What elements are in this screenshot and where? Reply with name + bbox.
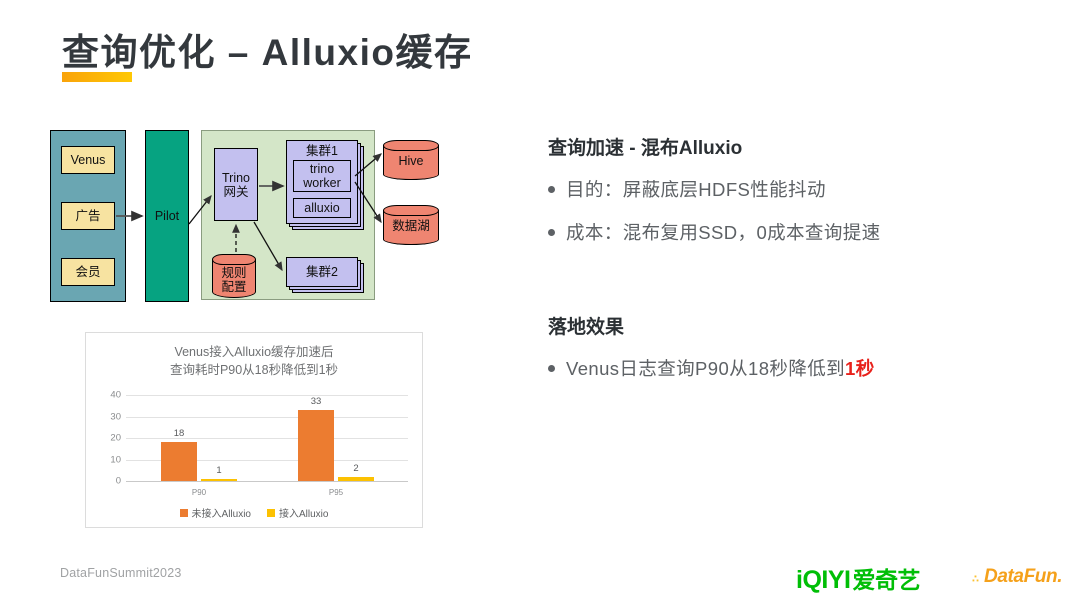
ytick-20: 20 xyxy=(110,432,121,444)
legend-swatch-without-alluxio xyxy=(179,508,188,517)
trino-gateway-box: Trino 网关 xyxy=(214,148,258,221)
trino-worker-label-line1: trino xyxy=(309,162,335,176)
legend-swatch-with-alluxio xyxy=(267,508,275,517)
category-label-p95: P95 xyxy=(298,488,374,497)
source-box-member: 会员 xyxy=(61,258,115,286)
datafun-logo: ∴ DataFun. xyxy=(972,566,1062,588)
bar-label-p95-without-alluxio: 33 xyxy=(310,396,322,407)
trino-worker-label-line2: worker xyxy=(303,176,341,190)
bullet-dot-icon xyxy=(548,365,555,372)
gridline-40: 40 xyxy=(110,390,408,401)
trino-gateway-label-line1: Trino xyxy=(221,170,250,185)
category-label-p90: P90 xyxy=(161,488,237,497)
bullet-result: Venus日志查询P90从18秒降低到1秒 xyxy=(548,355,875,381)
bullet-dot-icon xyxy=(548,229,555,236)
bullet-result-prefix: Venus日志查询P90从18秒降低到 xyxy=(566,358,846,379)
iqiyi-logo: iQIYI爱奇艺 xyxy=(796,561,920,595)
datalake-label: 数据湖 xyxy=(392,219,430,234)
gridline-0: 0 xyxy=(116,476,408,487)
iqiyi-logo-cn: 爱奇艺 xyxy=(852,567,920,593)
datalake-cylinder-top xyxy=(383,205,439,216)
bullet-result-text: Venus日志查询P90从18秒降低到1秒 xyxy=(566,355,875,381)
source-box-venus: Venus xyxy=(61,146,115,174)
source-box-venus-label: Venus xyxy=(70,153,106,167)
bar-label-p90-with-alluxio: 1 xyxy=(216,464,222,476)
page-title: 查询优化 – Alluxio缓存 xyxy=(62,32,473,73)
bar-p95-with-alluxio: 2 xyxy=(338,463,374,481)
gridline-30: 30 xyxy=(110,411,408,422)
bar-label-p90-without-alluxio: 18 xyxy=(173,428,185,440)
ytick-0: 0 xyxy=(115,475,121,487)
bullet-cost: 成本：混布复用SSD，0成本查询提速 xyxy=(548,219,881,245)
cluster1-label: 集群1 xyxy=(306,144,338,158)
ytick-30: 30 xyxy=(110,411,121,422)
chart-title: Venus接入Alluxio缓存加速后 查询耗时P90从18秒降低到1秒 xyxy=(86,343,422,379)
source-box-ad: 广告 xyxy=(61,202,115,230)
rule-config-cylinder: 规则 配置 xyxy=(212,254,256,298)
hive-cylinder: Hive xyxy=(383,140,439,182)
gridline-20: 20 xyxy=(110,433,408,444)
iqiyi-logo-latin: iQIYI xyxy=(796,566,851,594)
bullet-purpose-text: 目的：屏蔽底层HDFS性能抖动 xyxy=(566,179,826,200)
section-heading-results: 落地效果 xyxy=(548,317,625,338)
datafun-logo-text: DataFun. xyxy=(984,566,1063,587)
ytick-10: 10 xyxy=(110,454,121,465)
hive-label: Hive xyxy=(398,154,424,169)
bullet-cost-text: 成本：混布复用SSD，0成本查询提速 xyxy=(566,222,881,243)
cluster2-box: 集群2 xyxy=(286,257,358,287)
alluxio-box: alluxio xyxy=(293,198,351,218)
cluster2-label: 集群2 xyxy=(306,265,338,279)
source-box-ad-label: 广告 xyxy=(75,209,101,223)
bullet-result-highlight: 1秒 xyxy=(845,358,875,379)
trino-worker-box: trino worker xyxy=(293,160,351,192)
rule-config-cylinder-top xyxy=(212,254,256,265)
hive-cylinder-top xyxy=(383,140,439,151)
source-box-member-label: 会员 xyxy=(75,265,101,279)
bullet-dot-icon xyxy=(548,186,555,193)
alluxio-label: alluxio xyxy=(304,201,340,215)
bar-label-p95-with-alluxio: 2 xyxy=(353,462,359,474)
pilot-column: Pilot xyxy=(145,130,189,302)
footer-summit-label: DataFunSummit2023 xyxy=(60,566,182,580)
chart-legend: 未接入Alluxio 接入Alluxio xyxy=(86,505,422,520)
chart-title-line1: Venus接入Alluxio缓存加速后 xyxy=(174,345,334,359)
title-accent-underline xyxy=(62,72,132,82)
ytick-40: 40 xyxy=(110,389,121,401)
pilot-label: Pilot xyxy=(154,209,180,223)
bullet-purpose: 目的：屏蔽底层HDFS性能抖动 xyxy=(548,176,826,202)
chart-plot-area: 40 30 20 10 0 18 1 P90 33 2 P95 xyxy=(110,390,408,497)
bar-p90-without-alluxio: 18 xyxy=(161,428,197,481)
rule-config-label-line2: 配置 xyxy=(221,279,247,294)
bar-p95-without-alluxio: 33 xyxy=(298,396,334,481)
section-heading-query-acceleration: 查询加速 - 混布Alluxio xyxy=(548,138,743,159)
category-label-p90-text: P90 xyxy=(191,488,207,497)
architecture-diagram: Venus 广告 会员 Pilot Trino 网关 规则 配置 集群1 tri… xyxy=(50,130,450,302)
legend-item-without-alluxio: 未接入Alluxio xyxy=(179,505,251,520)
bar-p90-with-alluxio: 1 xyxy=(201,465,237,481)
rule-config-label-line1: 规则 xyxy=(221,265,247,280)
trino-gateway-label-line2: 网关 xyxy=(223,184,249,199)
chart-title-line2: 查询耗时P90从18秒降低到1秒 xyxy=(169,363,339,378)
chart-card: Venus接入Alluxio缓存加速后 查询耗时P90从18秒降低到1秒 40 … xyxy=(85,332,423,528)
datafun-logo-dots-icon: ∴ xyxy=(972,574,979,585)
legend-label-with-alluxio: 接入Alluxio xyxy=(279,509,329,520)
legend-label-without-alluxio: 未接入Alluxio xyxy=(191,509,251,520)
datalake-cylinder: 数据湖 xyxy=(383,205,439,247)
category-label-p95-text: P95 xyxy=(328,488,344,497)
legend-item-with-alluxio: 接入Alluxio xyxy=(267,505,328,520)
